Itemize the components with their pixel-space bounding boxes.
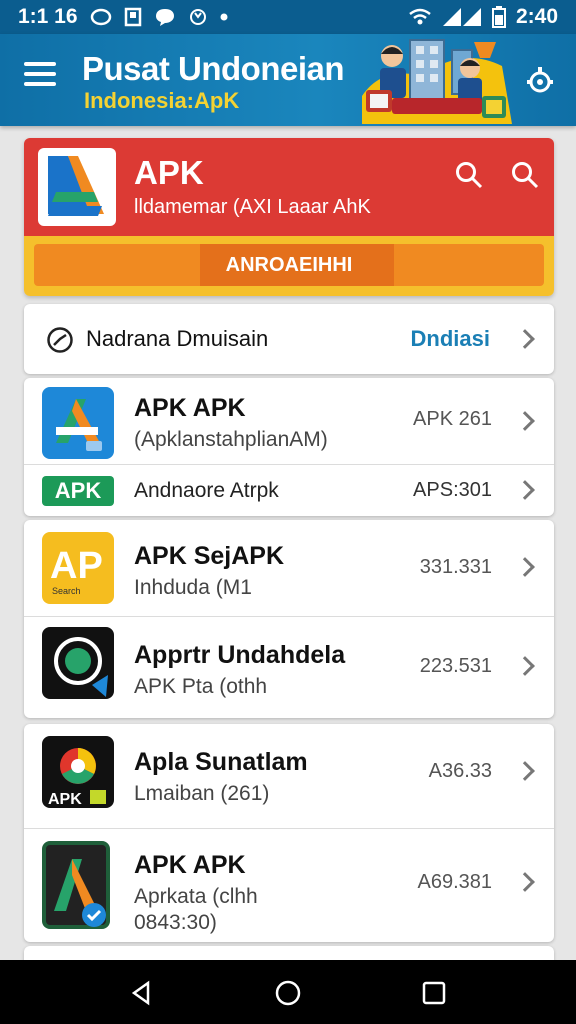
app-subtitle: Inhduda (M1	[134, 576, 252, 599]
app-version: A69.381	[417, 871, 492, 893]
chevron-right-icon	[515, 480, 535, 500]
featured-header-card: APK lldamemar (AXI Laaar AhK ANROAEIHHI	[24, 138, 554, 296]
back-icon	[131, 980, 150, 1006]
search-icon	[456, 162, 483, 189]
app-list-card-2: AP Search APK SejAPK Inhduda (M1 331.331 …	[24, 520, 554, 718]
app-title: Pusat Undoneian	[82, 50, 345, 87]
apk-badge: APK	[42, 476, 114, 506]
home-button[interactable]	[273, 978, 303, 1008]
wifi-icon	[408, 8, 432, 26]
search-button[interactable]	[454, 160, 484, 190]
app-icon-phone-a	[42, 841, 110, 929]
back-button[interactable]	[126, 978, 156, 1008]
app-version: 331.331	[419, 556, 492, 578]
app-bar: Pusat Undoneian Indonesia:ApK	[0, 34, 576, 126]
svg-text:AP: AP	[50, 545, 103, 587]
list-item[interactable]: APK Andnaore Atrpk APS:301	[24, 464, 554, 516]
header-action-button[interactable]: ANROAEIHHI	[34, 244, 544, 286]
notice-label: Nadrana Dmuisain	[86, 326, 269, 351]
app-subtitle: Indonesia:ApK	[84, 88, 240, 113]
chat-icon	[154, 7, 176, 27]
chevron-right-icon	[515, 329, 535, 349]
status-time-right: 2:40	[515, 5, 558, 28]
app-title: Apprtr Undahdela	[134, 641, 346, 669]
list-item[interactable]: APK Apla Sunatlam Lmaiban (261) A36.33	[24, 724, 554, 828]
chevron-right-icon	[515, 656, 535, 676]
settings-icon	[527, 67, 553, 93]
chevron-right-icon	[515, 411, 535, 431]
app-icon-chrome-apk: APK	[42, 736, 114, 808]
status-time-left: 1:1 16	[18, 5, 78, 28]
svg-text:APK: APK	[48, 791, 82, 808]
app-icon-blue-a	[42, 387, 114, 459]
banner-illustration	[362, 36, 512, 124]
app-subtitle: Lmaiban (261)	[134, 782, 270, 805]
dot-icon	[220, 13, 228, 21]
app-title: APK APK	[134, 851, 246, 879]
header-action-label: ANROAEIHHI	[225, 254, 353, 276]
app-subtitle: Andnaore Atrpk	[134, 479, 279, 502]
home-icon	[275, 980, 301, 1006]
app-version: A36.33	[428, 760, 492, 782]
header-action-strip: ANROAEIHHI	[24, 236, 554, 296]
app-icon-yellow-ap: AP Search	[42, 532, 114, 604]
app-title: Apla Sunatlam	[134, 748, 308, 776]
app-list-card-3: APK Apla Sunatlam Lmaiban (261) A36.33 A…	[24, 724, 554, 942]
header-title: APK	[134, 154, 204, 191]
chevron-right-icon	[515, 761, 535, 781]
list-item[interactable]: APK APK Aprkata (clhh 0843:30) A69.381	[24, 828, 554, 942]
svg-text:Search: Search	[52, 586, 81, 596]
apk-logo	[38, 148, 116, 226]
header-subtitle: lldamemar (AXI Laaar AhK	[134, 196, 371, 218]
app-version: 223.531	[419, 655, 492, 677]
recents-button[interactable]	[419, 978, 449, 1008]
status-bar: 1:1 16 2:40	[0, 0, 576, 34]
app-list-card-1: APK APK (ApklanstahplianAM) APK 261 APK …	[24, 378, 554, 516]
notice-row[interactable]: Nadrana Dmuisain Dndiasi	[24, 304, 554, 374]
menu-icon	[24, 62, 58, 86]
navigation-bar	[0, 960, 576, 1024]
app-subtitle-secondary: 0843:30)	[134, 911, 217, 934]
header-banner: APK lldamemar (AXI Laaar AhK	[24, 138, 554, 236]
chevron-right-icon	[515, 557, 535, 577]
settings-button[interactable]	[524, 64, 556, 96]
clock-icon	[47, 327, 73, 353]
app-subtitle: APK Pta (othh	[134, 675, 268, 698]
clipboard-icon	[124, 7, 142, 27]
battery-icon	[491, 6, 506, 28]
app-subtitle: Aprkata (clhh	[134, 885, 258, 908]
list-item[interactable]: Apprtr Undahdela APK Pta (othh 223.531	[24, 616, 554, 718]
recents-icon	[422, 981, 446, 1005]
notification-icon	[90, 8, 112, 26]
search-icon	[512, 162, 539, 189]
notice-action[interactable]: Dndiasi	[411, 326, 490, 352]
app-subtitle: (ApklanstahplianAM)	[134, 428, 328, 451]
menu-button[interactable]	[24, 62, 58, 96]
sync-icon	[188, 7, 208, 27]
search-button-secondary[interactable]	[510, 160, 540, 190]
chevron-right-icon	[515, 872, 535, 892]
app-icon-dark-g	[42, 627, 114, 699]
app-title: APK APK	[134, 394, 246, 422]
app-version: APK 261	[413, 408, 492, 430]
signal-icon	[442, 7, 482, 27]
app-version: APS:301	[413, 479, 492, 501]
notice-card: Nadrana Dmuisain Dndiasi	[24, 304, 554, 374]
list-item[interactable]: APK APK (ApklanstahplianAM) APK 261	[24, 378, 554, 464]
app-title: APK SejAPK	[134, 542, 285, 570]
list-item[interactable]: AP Search APK SejAPK Inhduda (M1 331.331	[24, 520, 554, 616]
